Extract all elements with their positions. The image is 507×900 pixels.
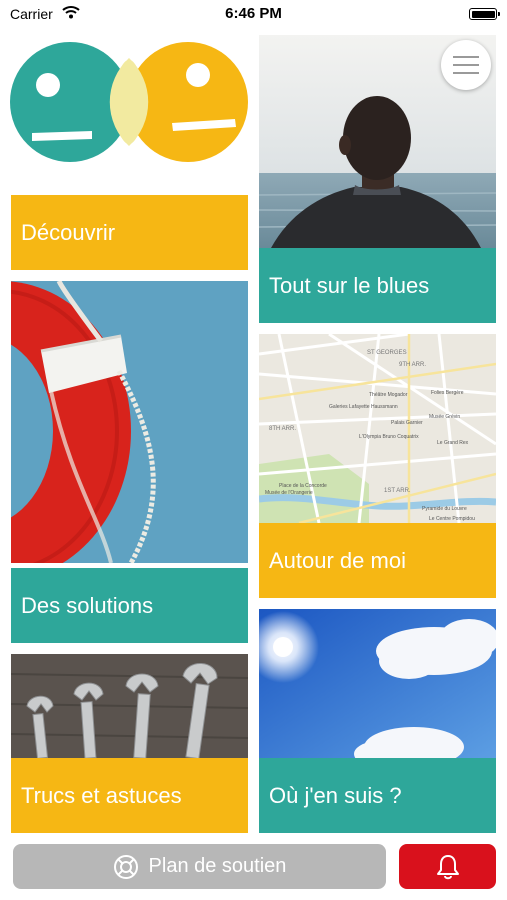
map-label-galeries: Galeries Lafayette Haussmann: [329, 404, 398, 410]
hamburger-icon: [453, 56, 479, 74]
wrenches-photo: [11, 654, 248, 760]
tile-blues-label: Tout sur le blues: [259, 248, 496, 323]
map-label-olympia: L'Olympia Bruno Coquatrix: [359, 434, 419, 440]
tile-decouvrir-label: Découvrir: [21, 219, 116, 245]
map-label-folies: Folies Bergère: [431, 390, 464, 396]
bell-icon: [436, 854, 459, 879]
tile-ou[interactable]: Où j'en suis ?: [259, 609, 496, 833]
ge-logo: [10, 35, 250, 170]
tile-trucs[interactable]: Trucs et astuces: [11, 654, 248, 833]
tile-autour-label: Autour de moi: [259, 523, 496, 598]
sky-photo: [259, 609, 496, 768]
map-label-louvre: Pyramide du Louvre: [422, 506, 467, 512]
clock: 6:46 PM: [225, 5, 282, 22]
lifebuoy-photo: [11, 281, 248, 581]
map-label-grand-rex: Le Grand Rex: [437, 440, 469, 446]
support-plan-button[interactable]: Plan de soutien: [13, 844, 386, 889]
map-label-8th: 8TH ARR.: [269, 426, 296, 432]
map-label-pompidou: Le Centre Pompidou: [429, 516, 475, 522]
tile-solutions-label: Des solutions: [11, 568, 248, 643]
map-label-orangerie: Musée de l'Orangerie: [265, 490, 313, 496]
support-plan-label: Plan de soutien: [148, 855, 287, 877]
battery-icon: [469, 8, 500, 20]
paris-map: ST GEORGES 9TH ARR. Théâtre Mogador Gale…: [259, 334, 496, 525]
tile-trucs-label: Trucs et astuces: [11, 758, 248, 833]
map-label-grevin: Musée Grévin: [429, 414, 460, 420]
tile-ou-label: Où j'en suis ?: [259, 758, 496, 833]
menu-button[interactable]: [441, 40, 491, 90]
alert-button[interactable]: [399, 844, 496, 889]
map-label-mogador: Théâtre Mogador: [369, 392, 408, 398]
map-label-st-georges: ST GEORGES: [367, 350, 407, 356]
tile-solutions[interactable]: Des solutions: [11, 281, 248, 643]
tile-decouvrir[interactable]: Découvrir: [11, 195, 248, 270]
map-label-9th: 9TH ARR.: [399, 362, 426, 368]
lifebuoy-icon: [113, 854, 138, 879]
tile-autour[interactable]: ST GEORGES 9TH ARR. Théâtre Mogador Gale…: [259, 334, 496, 598]
map-label-1st: 1ST ARR.: [384, 488, 411, 494]
bottom-bar: Plan de soutien: [0, 838, 507, 900]
map-label-concorde: Place de la Concorde: [279, 483, 327, 489]
status-bar: Carrier 6:46 PM: [0, 0, 507, 30]
map-label-garnier: Palais Garnier: [391, 420, 423, 426]
